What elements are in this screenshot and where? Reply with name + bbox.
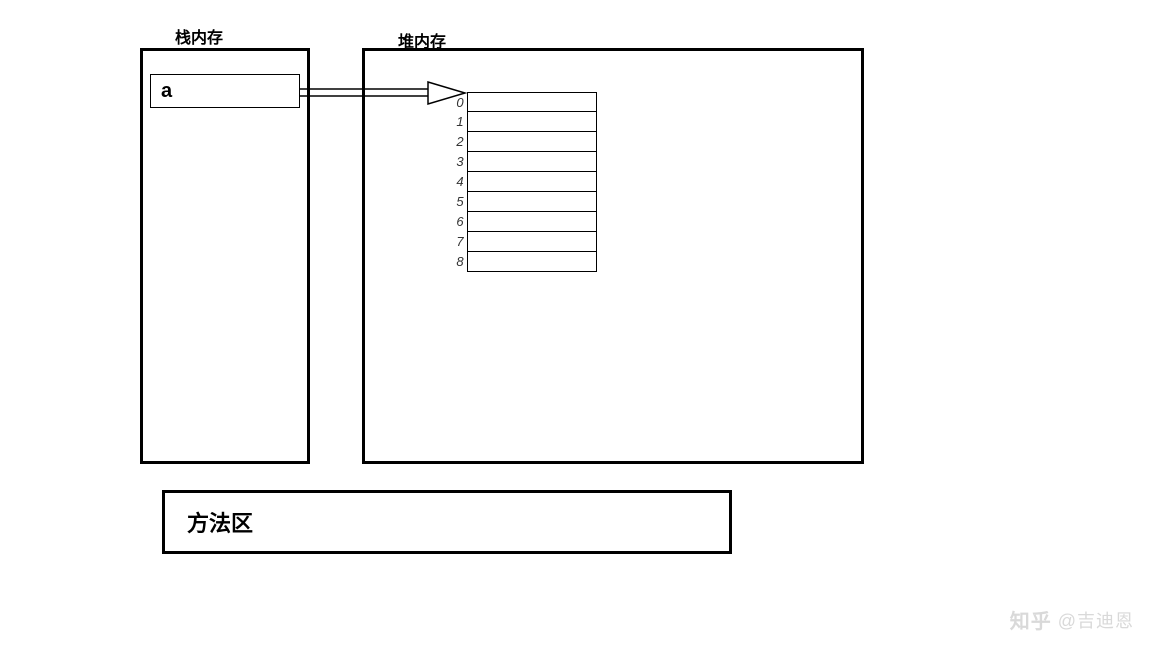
array-row: 5: [468, 192, 596, 212]
watermark: 知乎 @吉迪恩: [1010, 605, 1134, 634]
method-area-box: 方法区: [162, 490, 732, 554]
stack-variable-label: a: [161, 80, 172, 103]
array-index: 1: [454, 114, 466, 129]
array-index: 2: [454, 134, 466, 149]
array-index: 6: [454, 214, 466, 229]
array-row: 1: [468, 112, 596, 132]
array-row: 6: [468, 212, 596, 232]
heap-array: 0 1 2 3 4 5 6 7 8: [467, 92, 597, 272]
zhihu-logo: 知乎: [1010, 605, 1052, 634]
array-index: 3: [454, 154, 466, 169]
stack-memory-box: [140, 48, 310, 464]
array-index: 7: [454, 234, 466, 249]
array-index: 8: [454, 254, 466, 269]
heap-memory-box: [362, 48, 864, 464]
array-index: 4: [454, 174, 466, 189]
array-row: 2: [468, 132, 596, 152]
array-row: 4: [468, 172, 596, 192]
array-index: 0: [454, 95, 466, 110]
array-row: 0: [468, 92, 596, 112]
stack-variable-a: a: [150, 74, 300, 108]
array-row: 7: [468, 232, 596, 252]
method-area-label: 方法区: [187, 506, 253, 538]
stack-memory-label: 栈内存: [175, 24, 223, 48]
array-row: 3: [468, 152, 596, 172]
array-index: 5: [454, 194, 466, 209]
watermark-author: @吉迪恩: [1058, 607, 1134, 633]
array-row: 8: [468, 252, 596, 272]
